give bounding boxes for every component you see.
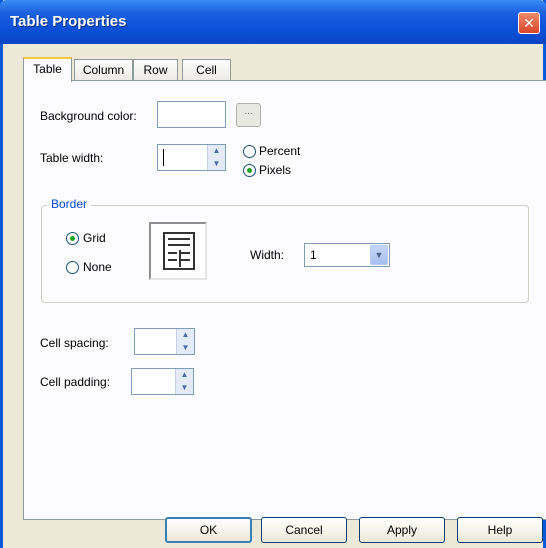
table-width-field[interactable]: ▲ ▼ (157, 144, 226, 171)
border-preview (149, 222, 207, 280)
table-properties-dialog: Table Properties ✕ Table Column Row Cell… (0, 0, 546, 548)
help-button[interactable]: Help (457, 517, 543, 543)
spin-down-icon[interactable]: ▼ (176, 382, 193, 395)
browse-color-button[interactable]: ... (236, 103, 261, 127)
chevron-down-icon[interactable]: ▼ (370, 245, 388, 265)
none-radio[interactable] (66, 261, 79, 274)
pixels-radio[interactable] (243, 164, 256, 177)
pixels-label: Pixels (259, 163, 292, 177)
cell-padding-label: Cell padding: (40, 375, 111, 389)
close-icon: ✕ (523, 15, 535, 31)
spin-up-icon[interactable]: ▲ (176, 369, 193, 382)
tab-cell[interactable]: Cell (182, 59, 231, 81)
title-bar[interactable]: Table Properties ✕ (0, 0, 546, 44)
grid-radio[interactable] (66, 232, 79, 245)
table-width-label: Table width: (40, 151, 104, 165)
dialog-title: Table Properties (10, 13, 127, 30)
cancel-button[interactable]: Cancel (261, 517, 347, 543)
none-label: None (83, 260, 112, 274)
percent-radio[interactable] (243, 145, 256, 158)
spin-down-icon[interactable]: ▼ (208, 158, 225, 171)
cell-padding-spinner[interactable]: ▲ ▼ (175, 369, 193, 394)
text-cursor (163, 149, 164, 166)
ellipsis-icon: ... (244, 106, 253, 117)
spin-up-icon[interactable]: ▲ (208, 145, 225, 158)
cell-spacing-spinner[interactable]: ▲ ▼ (176, 329, 194, 354)
percent-label: Percent (259, 144, 301, 158)
border-group-legend: Border (47, 197, 92, 211)
border-width-dropdown[interactable]: 1 ▼ (304, 243, 390, 267)
cell-spacing-field[interactable]: ▲ ▼ (134, 328, 195, 355)
grid-table-icon (163, 232, 195, 270)
cell-padding-field[interactable]: ▲ ▼ (131, 368, 194, 395)
close-button[interactable]: ✕ (518, 12, 540, 34)
grid-label: Grid (83, 231, 106, 245)
background-color-label: Background color: (40, 109, 137, 123)
border-group (41, 205, 529, 303)
table-width-spinner[interactable]: ▲ ▼ (207, 145, 225, 170)
tab-column[interactable]: Column (74, 59, 133, 81)
border-width-value: 1 (310, 248, 317, 262)
background-color-field[interactable] (157, 101, 226, 128)
apply-button[interactable]: Apply (359, 517, 445, 543)
spin-up-icon[interactable]: ▲ (177, 329, 194, 342)
tab-table[interactable]: Table (23, 57, 72, 82)
tab-row[interactable]: Row (133, 59, 178, 81)
border-width-label: Width: (250, 248, 285, 262)
cell-spacing-label: Cell spacing: (40, 336, 109, 350)
spin-down-icon[interactable]: ▼ (177, 342, 194, 355)
ok-button[interactable]: OK (165, 517, 252, 543)
